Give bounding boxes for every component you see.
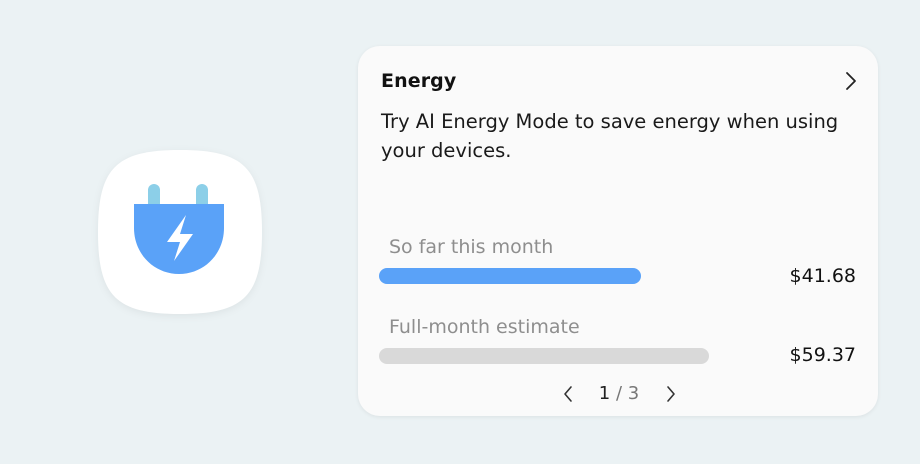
estimate-label: Full-month estimate [389,316,580,338]
so-far-label: So far this month [389,236,554,258]
plug-icon [98,150,262,314]
estimate-amount: $59.37 [789,344,856,366]
chevron-left-icon[interactable] [561,385,575,403]
energy-card[interactable]: Energy Try AI Energy Mode to save energy… [358,46,878,416]
chevron-right-icon[interactable] [842,70,860,92]
page-total: 3 [627,383,640,404]
page-current: 1 [598,383,611,404]
page-separator: / [610,383,628,404]
page-indicator: 1 / 3 [598,383,640,404]
energy-app-icon[interactable] [94,146,266,318]
so-far-progress-bar [379,268,641,284]
chevron-right-icon[interactable] [664,385,678,403]
so-far-amount: $41.68 [789,265,856,287]
pager: 1 / 3 [358,382,878,408]
card-description: Try AI Energy Mode to save energy when u… [381,110,839,162]
card-title: Energy [381,70,457,92]
estimate-progress-bar [379,348,709,364]
